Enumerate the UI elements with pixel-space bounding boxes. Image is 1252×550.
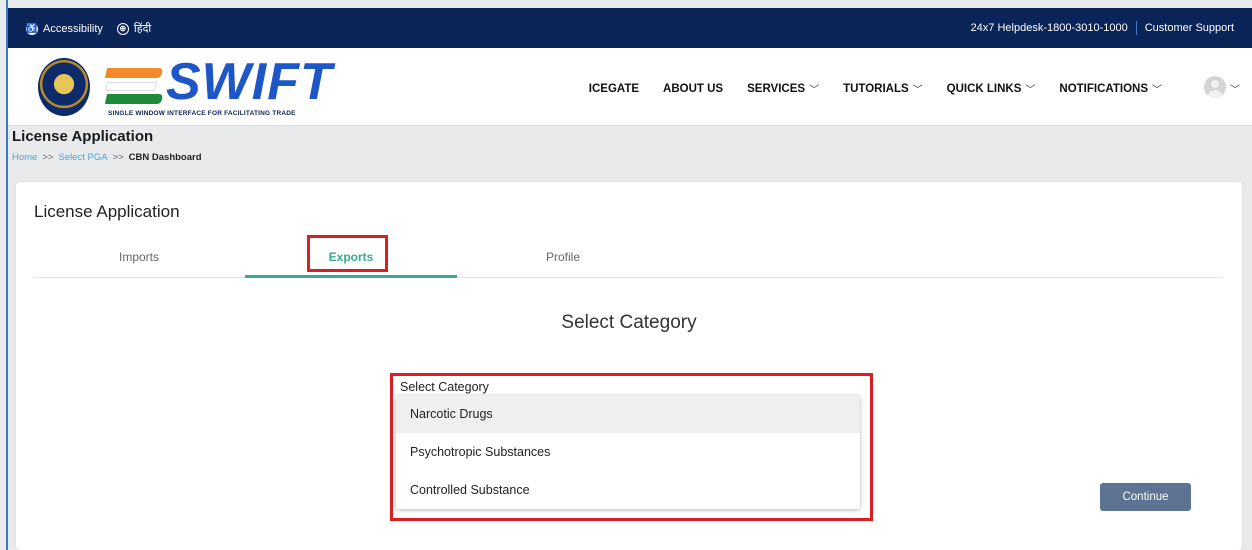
card-title: License Application xyxy=(34,202,180,221)
option-narcotic-drugs[interactable]: Narcotic Drugs xyxy=(396,395,860,433)
breadcrumb: Home >> Select PGA >> CBN Dashboard xyxy=(12,152,202,163)
main-nav: ICEGATE ABOUT US SERVICES ﹀ TUTORIALS ﹀ QU… xyxy=(565,81,1162,97)
nav-label: ICEGATE xyxy=(588,82,640,95)
helpdesk-text: 24x7 Helpdesk-1800-3010-1000 xyxy=(970,22,1128,34)
accessibility-label: Accessibility xyxy=(43,22,103,35)
option-controlled-substance[interactable]: Controlled Substance xyxy=(396,471,860,509)
tab-profile[interactable]: Profile xyxy=(457,244,669,278)
chevron-down-icon: ﹀ xyxy=(1025,85,1036,96)
top-bar: ♿ Accessibility ⊕ हिंदी 24x7 Helpdesk-18… xyxy=(8,8,1252,48)
chevron-down-icon: ﹀ xyxy=(1152,85,1162,96)
nav-label: SERVICES xyxy=(747,82,806,95)
site-header: SWIFT SINGLE WINDOW INTERFACE FOR FACILI… xyxy=(8,48,1252,126)
language-switch[interactable]: ⊕ हिंदी xyxy=(116,21,152,36)
chevron-down-icon: ﹀ xyxy=(809,85,820,96)
brand-tagline: SINGLE WINDOW INTERFACE FOR FACILITATING… xyxy=(108,110,296,117)
nav-label: QUICK LINKS xyxy=(946,82,1022,95)
flag-logo-mark xyxy=(104,62,164,108)
tab-bar: Imports Exports Profile xyxy=(33,244,1223,278)
divider xyxy=(1135,21,1137,35)
emblem-logo xyxy=(38,58,90,116)
section-title: Select Category xyxy=(561,312,697,333)
breadcrumb-separator: >> xyxy=(42,152,54,163)
accessibility-link[interactable]: ♿ Accessibility xyxy=(26,22,103,35)
language-label: हिंदी xyxy=(133,23,152,35)
chevron-down-icon[interactable]: ﹀ xyxy=(1230,81,1240,96)
nav-label: ABOUT US xyxy=(663,82,724,95)
breadcrumb-select-pga[interactable]: Select PGA xyxy=(58,152,107,163)
nav-about-us[interactable]: ABOUT US xyxy=(663,81,723,96)
license-application-card: License Application Imports Exports Prof… xyxy=(16,182,1242,550)
breadcrumb-home[interactable]: Home xyxy=(12,152,37,163)
exports-highlight-box xyxy=(307,235,388,272)
brand-name[interactable]: SWIFT xyxy=(166,56,333,108)
user-avatar-icon[interactable] xyxy=(1204,76,1226,98)
option-psychotropic-substances[interactable]: Psychotropic Substances xyxy=(396,433,860,471)
chevron-down-icon: ﹀ xyxy=(912,85,923,96)
continue-button[interactable]: Continue xyxy=(1100,483,1191,511)
nav-label: TUTORIALS xyxy=(843,82,909,95)
customer-support-link[interactable]: Customer Support xyxy=(1145,22,1234,34)
nav-label: NOTIFICATIONS xyxy=(1059,82,1148,95)
select-category-label: Select Category xyxy=(400,380,489,394)
page-title: License Application xyxy=(12,128,154,145)
nav-icegate[interactable]: ICEGATE xyxy=(589,81,639,96)
accessibility-icon: ♿ xyxy=(26,22,38,35)
nav-notifications[interactable]: NOTIFICATIONS ﹀ xyxy=(1059,81,1162,97)
tab-imports[interactable]: Imports xyxy=(33,244,245,278)
breadcrumb-separator: >> xyxy=(112,152,124,163)
category-dropdown-menu: Narcotic Drugs Psychotropic Substances C… xyxy=(396,395,860,509)
nav-tutorials[interactable]: TUTORIALS ﹀ xyxy=(843,81,923,97)
nav-quick-links[interactable]: QUICK LINKS ﹀ xyxy=(946,81,1036,97)
nav-services[interactable]: SERVICES ﹀ xyxy=(747,81,820,97)
globe-icon: ⊕ xyxy=(116,22,129,35)
breadcrumb-current: CBN Dashboard xyxy=(128,152,202,163)
